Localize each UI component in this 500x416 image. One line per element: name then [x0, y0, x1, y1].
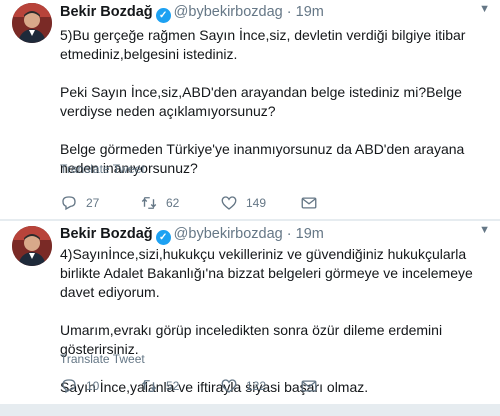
- reply-button[interactable]: 10: [60, 376, 99, 396]
- direct-message-button[interactable]: [300, 376, 326, 396]
- tweet-paragraph: 4)Sayınİnce,sizi,hukukçu vekilleriniz ve…: [60, 246, 473, 300]
- chevron-down-icon[interactable]: ▼: [479, 224, 490, 236]
- separator-dot: ·: [286, 226, 292, 242]
- reply-count: 10: [86, 379, 100, 393]
- retweet-icon: [141, 380, 157, 392]
- author-name[interactable]: Bekir Bozdağ: [60, 226, 153, 242]
- retweet-count: 52: [166, 379, 180, 393]
- like-icon: [221, 196, 237, 210]
- avatar[interactable]: [12, 226, 52, 266]
- like-count: 122: [246, 379, 267, 393]
- tweet-timestamp[interactable]: 19m: [296, 226, 324, 242]
- tweet-timestamp[interactable]: 19m: [296, 4, 324, 20]
- tweet-paragraph: Peki Sayın İnce,siz,ABD'den arayandan be…: [60, 84, 462, 119]
- like-count: 149: [246, 196, 267, 210]
- tweet-header: Bekir Bozdağ ✓ @bybekirbozdag · 19m: [60, 4, 324, 23]
- tweet-card[interactable]: Bekir Bozdağ ✓ @bybekirbozdag · 19m ▼ 4)Sa…: [0, 221, 500, 404]
- avatar[interactable]: [12, 3, 52, 43]
- tweet-actions: 27 62 149: [60, 193, 480, 215]
- reply-button[interactable]: 27: [60, 193, 99, 213]
- verified-badge-icon: ✓: [155, 230, 171, 245]
- verified-badge-icon: ✓: [155, 8, 171, 23]
- tweet-card[interactable]: Bekir Bozdağ ✓ @bybekirbozdag · 19m ▼ 5)Bu…: [0, 0, 500, 219]
- like-button[interactable]: 122: [220, 376, 266, 396]
- direct-message-icon: [301, 380, 317, 392]
- like-button[interactable]: 149: [220, 193, 266, 213]
- translate-tweet-link[interactable]: Translate Tweet: [60, 352, 145, 366]
- reply-icon: [62, 196, 76, 211]
- separator-dot: ·: [286, 4, 292, 20]
- chevron-down-icon[interactable]: ▼: [479, 3, 490, 15]
- author-handle[interactable]: @bybekirbozdag: [174, 4, 283, 20]
- timeline: Bekir Bozdağ ✓ @bybekirbozdag · 19m ▼ 5)Bu…: [0, 0, 500, 404]
- retweet-button[interactable]: 62: [140, 193, 179, 213]
- reply-count: 27: [86, 196, 100, 210]
- author-handle[interactable]: @bybekirbozdag: [174, 226, 283, 242]
- retweet-icon: [141, 197, 157, 209]
- tweet-paragraph: 5)Bu gerçeğe rağmen Sayın İnce,siz, devl…: [60, 27, 466, 62]
- reply-icon: [62, 379, 76, 394]
- like-icon: [221, 379, 237, 393]
- author-name[interactable]: Bekir Bozdağ: [60, 4, 153, 20]
- direct-message-button[interactable]: [300, 193, 326, 213]
- retweet-button[interactable]: 52: [140, 376, 179, 396]
- direct-message-icon: [301, 197, 317, 209]
- tweet-header: Bekir Bozdağ ✓ @bybekirbozdag · 19m: [60, 226, 324, 245]
- translate-tweet-link[interactable]: Translate Tweet: [60, 162, 145, 176]
- tweet-actions: 10 52 122: [60, 376, 480, 398]
- retweet-count: 62: [166, 196, 180, 210]
